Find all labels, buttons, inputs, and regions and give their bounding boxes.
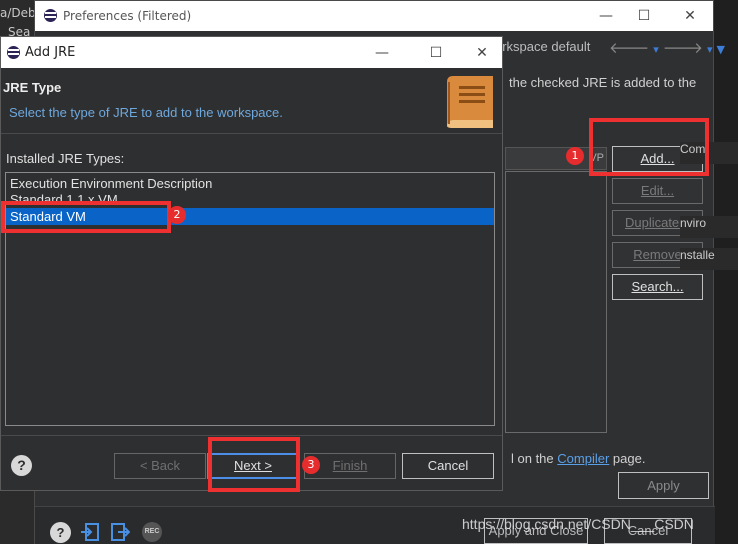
- dialog-separator: [1, 435, 502, 436]
- chevron-down-icon[interactable]: ▾: [653, 43, 663, 56]
- installed-jres-table[interactable]: [505, 171, 607, 433]
- environment-fragment: nviro: [680, 216, 738, 238]
- record-icon[interactable]: REC: [142, 522, 162, 542]
- chevron-down-icon[interactable]: ▾: [707, 43, 717, 56]
- highlight-next-button: [208, 437, 300, 492]
- nav-arrows[interactable]: 🡐▾🡒▾▼: [609, 38, 729, 57]
- add-jre-dialog: Add JRE — ☐ ✕ JRE Type Select the type o…: [0, 36, 503, 491]
- forward-arrow-icon[interactable]: 🡒: [663, 39, 707, 57]
- list-item[interactable]: Execution Environment Description: [6, 175, 494, 192]
- step-badge-1: 1: [566, 147, 584, 165]
- export-icon[interactable]: [110, 522, 130, 542]
- preferences-title: Preferences (Filtered): [63, 9, 192, 23]
- maximize-icon[interactable]: ☐: [425, 42, 447, 64]
- minimize-icon[interactable]: —: [371, 42, 393, 64]
- edit-button[interactable]: Edit...: [612, 178, 703, 204]
- watermark: https://blog.csdn.net/CSDN___CSDN: [462, 516, 694, 532]
- step-badge-2: 2: [168, 206, 186, 224]
- workspace-breadcrumb: a/Deb: [0, 6, 36, 20]
- eclipse-icon: [44, 9, 57, 22]
- help-icon[interactable]: ?: [50, 522, 71, 543]
- compiler-link[interactable]: Compiler: [557, 451, 609, 466]
- dialog-title: Add JRE: [25, 45, 76, 60]
- highlight-standard-vm: [1, 201, 171, 233]
- dialog-header: JRE Type Select the type of JRE to add t…: [1, 68, 502, 134]
- apply-button[interactable]: Apply: [618, 472, 709, 499]
- preferences-titlebar: Preferences (Filtered) — ☐ ✕: [35, 1, 713, 31]
- workspace-default-label: orkspace default: [495, 39, 591, 54]
- compiler-note: l on the Compiler page.: [511, 451, 646, 466]
- help-icon[interactable]: ?: [11, 455, 32, 476]
- installed-types-label: Installed JRE Types:: [6, 151, 125, 166]
- back-button[interactable]: < Back: [114, 453, 206, 479]
- header-description: Select the type of JRE to add to the wor…: [9, 105, 283, 120]
- eclipse-icon: [7, 46, 20, 59]
- view-menu-icon[interactable]: ▼: [717, 43, 729, 56]
- highlight-add-button: [589, 118, 709, 176]
- close-icon[interactable]: ✕: [471, 42, 493, 64]
- import-icon[interactable]: [80, 522, 100, 542]
- dialog-titlebar: Add JRE — ☐ ✕: [1, 37, 502, 68]
- close-icon[interactable]: ✕: [679, 5, 701, 27]
- search-button[interactable]: Search...: [612, 274, 703, 300]
- step-badge-3: 3: [302, 456, 320, 474]
- maximize-icon[interactable]: ☐: [633, 5, 655, 27]
- installed-fragment: nstalle: [680, 248, 738, 270]
- book-icon: [447, 76, 493, 128]
- back-arrow-icon[interactable]: 🡐: [609, 39, 653, 57]
- jre-description: the checked JRE is added to the: [509, 75, 697, 90]
- header-title: JRE Type: [3, 80, 62, 95]
- minimize-icon[interactable]: —: [595, 5, 617, 27]
- cancel-button[interactable]: Cancel: [402, 453, 494, 479]
